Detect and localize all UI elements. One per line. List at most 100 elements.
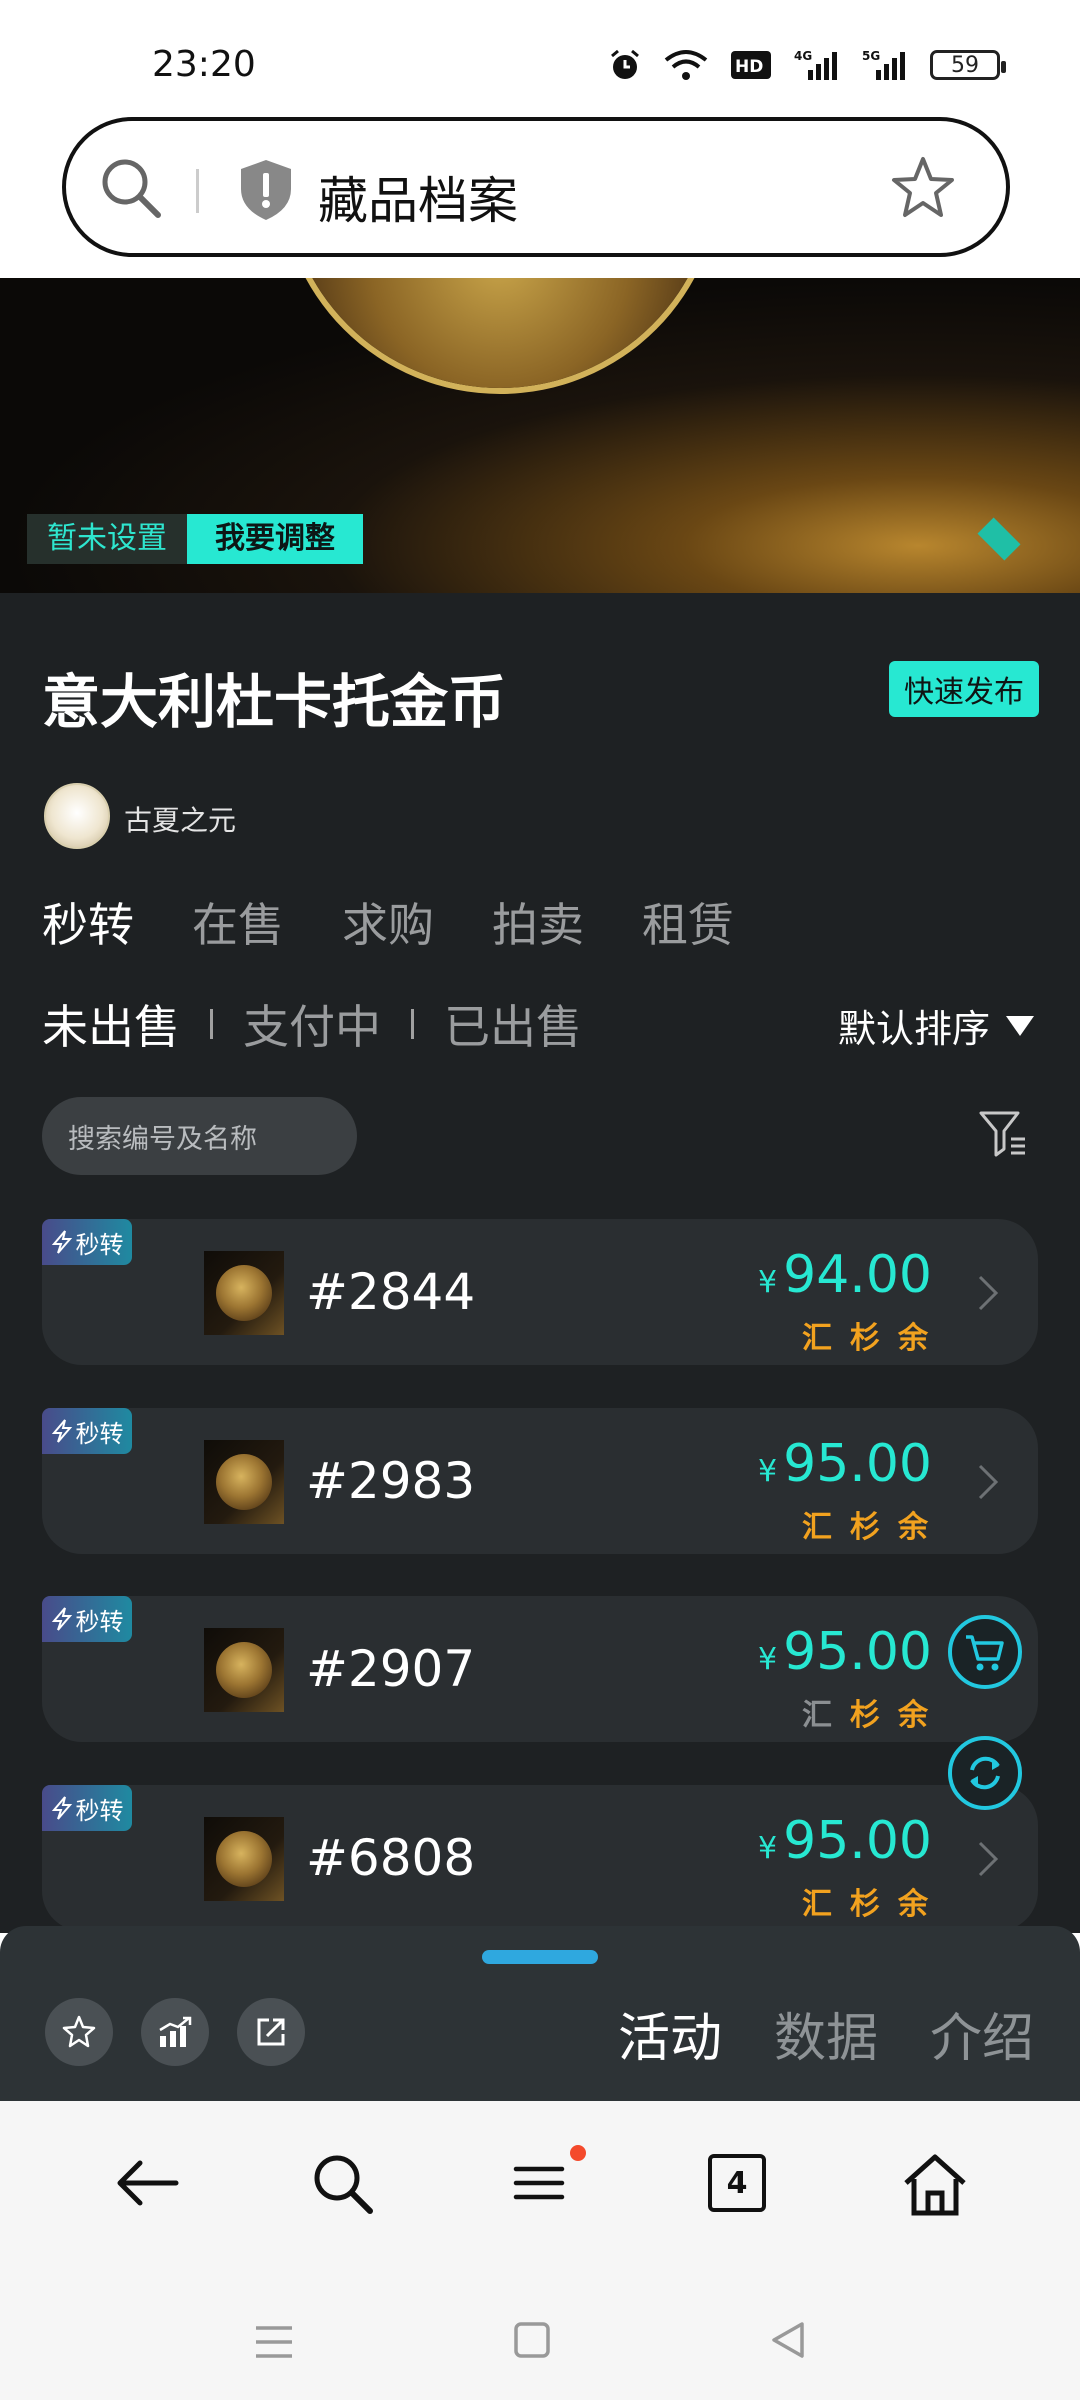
label-yu: 余 xyxy=(898,1698,928,1733)
tab-data[interactable]: 数据 xyxy=(774,1996,878,2071)
coin-thumbnail xyxy=(204,1440,284,1524)
wifi-icon xyxy=(664,50,708,80)
recent-apps-icon[interactable] xyxy=(252,2320,296,2364)
coin-thumbnail xyxy=(204,1817,284,1901)
price-value: 95.00 xyxy=(783,1622,932,1682)
share-button[interactable] xyxy=(237,1998,305,2066)
menu-icon[interactable] xyxy=(512,2151,568,2215)
price-value: 94.00 xyxy=(783,1245,932,1305)
refresh-icon xyxy=(970,1756,1000,1790)
chevron-right-icon[interactable] xyxy=(976,1462,1000,1502)
bottom-sheet: 活动 数据 介绍 xyxy=(0,1926,1080,2101)
svg-text:5G: 5G xyxy=(862,49,880,63)
drag-handle[interactable] xyxy=(482,1950,598,1964)
subtab-unsold[interactable]: 未出售 xyxy=(42,991,180,1057)
favorite-button[interactable] xyxy=(45,1998,113,2066)
chevron-right-icon[interactable] xyxy=(976,1273,1000,1313)
item-price: ¥95.00 xyxy=(758,1434,932,1494)
price-value: 95.00 xyxy=(783,1811,932,1871)
payment-labels: 汇杉余 xyxy=(802,1313,928,1357)
tab-buy-request[interactable]: 求购 xyxy=(342,889,434,955)
list-item[interactable]: 秒转 #2983 ¥95.00 汇杉余 xyxy=(42,1408,1038,1554)
avatar[interactable] xyxy=(44,783,110,849)
badge-label: 秒转 xyxy=(75,1230,124,1259)
miaozhuan-badge: 秒转 xyxy=(42,1785,132,1831)
trend-button[interactable] xyxy=(141,1998,209,2066)
chart-trend-icon xyxy=(159,2016,192,2047)
payment-labels: 汇杉余 xyxy=(802,1690,928,1734)
label-hui: 汇 xyxy=(802,1698,832,1733)
home-square-icon[interactable] xyxy=(512,2320,552,2360)
diamond-icon xyxy=(977,517,1021,561)
label-yu: 余 xyxy=(898,1321,928,1356)
hero-tags: 暂未设置 我要调整 xyxy=(27,514,363,564)
coin-thumbnail xyxy=(204,1251,284,1335)
cart-button[interactable] xyxy=(948,1615,1022,1689)
search-icon[interactable] xyxy=(310,2151,376,2217)
shield-icon[interactable] xyxy=(236,157,296,223)
miaozhuan-badge: 秒转 xyxy=(42,1596,132,1642)
item-price: ¥95.00 xyxy=(758,1811,932,1871)
quick-publish-button[interactable]: 快速发布 xyxy=(889,661,1039,717)
tag-unset: 暂未设置 xyxy=(27,514,187,564)
tab-lease[interactable]: 租赁 xyxy=(642,889,734,955)
subtab-divider xyxy=(411,1009,414,1039)
label-shan: 杉 xyxy=(850,1510,880,1545)
label-hui: 汇 xyxy=(802,1321,832,1356)
address-bar[interactable]: 藏品档案 xyxy=(62,117,1010,257)
chevron-right-icon[interactable] xyxy=(976,1839,1000,1879)
tab-miaozhuan[interactable]: 秒转 xyxy=(42,889,134,955)
item-code: #2844 xyxy=(306,1263,476,1321)
lightning-icon xyxy=(51,1230,72,1254)
share-icon xyxy=(257,2018,285,2046)
list-item[interactable]: 秒转 #6808 ¥95.00 汇杉余 xyxy=(42,1785,1038,1931)
adjust-button[interactable]: 我要调整 xyxy=(187,514,363,564)
label-yu: 余 xyxy=(898,1887,928,1922)
coin-image xyxy=(285,278,715,388)
label-hui: 汇 xyxy=(802,1887,832,1922)
search-icon[interactable] xyxy=(96,153,166,223)
currency-symbol: ¥ xyxy=(758,1265,778,1300)
tab-count-button[interactable]: 4 xyxy=(708,2154,766,2212)
tab-on-sale[interactable]: 在售 xyxy=(192,889,284,955)
subtab-divider xyxy=(210,1009,213,1039)
coin-thumbnail xyxy=(204,1628,284,1712)
search-input[interactable]: 搜索编号及名称 xyxy=(42,1097,357,1175)
star-icon[interactable] xyxy=(888,153,958,223)
filter-icon[interactable] xyxy=(978,1109,1028,1159)
sheet-tabs: 活动 数据 介绍 xyxy=(618,1996,1034,2071)
tab-intro[interactable]: 介绍 xyxy=(930,1996,1034,2071)
subtab-sold[interactable]: 已出售 xyxy=(444,991,582,1057)
item-price: ¥95.00 xyxy=(758,1622,932,1682)
home-icon[interactable] xyxy=(900,2151,970,2219)
tab-activity[interactable]: 活动 xyxy=(618,1996,722,2071)
subtab-paying[interactable]: 支付中 xyxy=(243,991,381,1057)
lightning-icon xyxy=(51,1607,72,1631)
sort-label: 默认排序 xyxy=(837,1007,990,1051)
main-content: 意大利杜卡托金币 快速发布 古夏之元 秒转 在售 求购 拍卖 租赁 未出售 支付… xyxy=(0,593,1080,1933)
currency-symbol: ¥ xyxy=(758,1454,778,1489)
payment-labels: 汇杉余 xyxy=(802,1502,928,1546)
currency-symbol: ¥ xyxy=(758,1831,778,1866)
list-item[interactable]: 秒转 #2907 ¥95.00 汇杉余 xyxy=(42,1596,1038,1742)
item-code: #6808 xyxy=(306,1829,476,1887)
list-item[interactable]: 秒转 #2844 ¥94.00 汇杉余 xyxy=(42,1219,1038,1365)
item-code: #2907 xyxy=(306,1640,476,1698)
owner-name[interactable]: 古夏之元 xyxy=(124,799,236,839)
address-divider xyxy=(196,169,199,213)
status-subtabs: 未出售 支付中 已出售 xyxy=(42,991,582,1057)
signal-5g-icon: 5G xyxy=(862,49,905,80)
item-price: ¥94.00 xyxy=(758,1245,932,1305)
collection-title: 意大利杜卡托金币 xyxy=(42,668,507,736)
refresh-button[interactable] xyxy=(948,1736,1022,1810)
collection-hero-image: 暂未设置 我要调整 xyxy=(0,278,1080,593)
page-title: 藏品档案 xyxy=(318,172,518,230)
back-arrow-icon[interactable] xyxy=(112,2151,182,2215)
miaozhuan-badge: 秒转 xyxy=(42,1408,132,1454)
back-triangle-icon[interactable] xyxy=(768,2320,808,2360)
tab-auction[interactable]: 拍卖 xyxy=(492,889,584,955)
currency-symbol: ¥ xyxy=(758,1642,778,1677)
notification-dot xyxy=(570,2145,586,2161)
status-icons: HD 4G 5G 59 xyxy=(608,48,1006,82)
sort-dropdown[interactable]: 默认排序 xyxy=(838,998,1034,1053)
